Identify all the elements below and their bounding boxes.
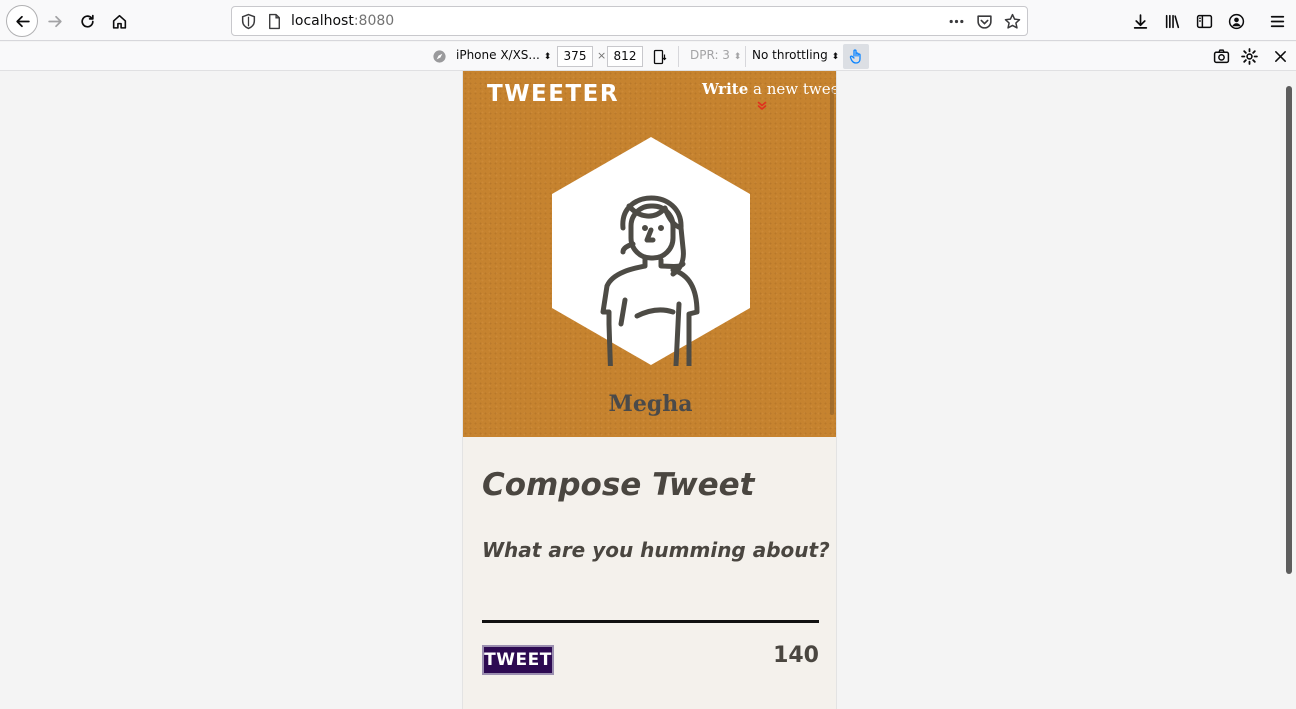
write-new-tweet-link[interactable]: Write a new tweet (702, 80, 837, 98)
library-button[interactable] (1158, 7, 1186, 35)
page-scrollbar[interactable] (1286, 86, 1292, 574)
account-button[interactable] (1222, 7, 1250, 35)
shield-icon[interactable] (240, 13, 257, 30)
throttling-value: No throttling (752, 48, 828, 62)
home-button[interactable] (105, 7, 133, 35)
browser-toolbar: localhost:8080 (0, 0, 1296, 41)
home-icon (112, 14, 126, 29)
touch-hand-icon (849, 49, 861, 64)
tweet-textarea[interactable]: What are you humming about? (482, 538, 830, 562)
touch-simulation-button[interactable] (843, 44, 869, 69)
arrow-right-icon (47, 15, 62, 27)
device-selector[interactable]: iPhone X/XS... ⬍ (456, 48, 551, 62)
throttling-dropdown-icon: ⬍ (831, 52, 840, 62)
bookmark-star-icon[interactable] (1004, 13, 1021, 30)
forward-button[interactable] (41, 7, 69, 35)
device-name: iPhone X/XS... (456, 48, 540, 62)
dpr-selector[interactable]: DPR: 3 ⬍ (690, 48, 741, 62)
throttling-selector[interactable]: No throttling ⬍ (752, 48, 839, 62)
library-icon (1165, 14, 1179, 28)
device-compass-icon (433, 50, 446, 63)
compose-title: Compose Tweet (482, 467, 755, 503)
dimension-separator: × (597, 49, 607, 62)
avatar-hexagon (552, 137, 750, 365)
settings-gear-icon[interactable] (1241, 48, 1258, 65)
toolbar-divider (678, 46, 679, 67)
sidebar-button[interactable] (1190, 7, 1218, 35)
reload-button[interactable] (73, 7, 101, 35)
tweet-button[interactable]: TWEET (482, 645, 554, 675)
profile-username: Megha (608, 391, 693, 417)
dpr-value: DPR: 3 (690, 48, 730, 62)
url-port: :8080 (353, 13, 395, 29)
rotate-viewport-icon[interactable] (652, 49, 668, 65)
header-scrollbar[interactable] (830, 89, 834, 415)
dpr-dropdown-icon: ⬍ (733, 52, 742, 62)
viewport-width-input[interactable]: 375 (557, 46, 593, 67)
menu-button[interactable] (1263, 7, 1291, 35)
page-icon[interactable] (266, 13, 283, 30)
pocket-icon[interactable] (976, 13, 993, 30)
avatar (552, 137, 750, 366)
responsive-design-toolbar: iPhone X/XS... ⬍ 375 × 812 DPR: 3 ⬍ No t… (0, 42, 1296, 71)
reload-icon (80, 14, 94, 28)
account-icon (1228, 13, 1244, 29)
write-label-bold: Write (702, 80, 749, 98)
url-bar[interactable]: localhost:8080 (231, 6, 1028, 36)
url-text[interactable]: localhost:8080 (291, 13, 394, 29)
character-counter: 140 (773, 643, 819, 668)
screenshot-camera-icon[interactable] (1213, 48, 1230, 65)
download-icon (1133, 13, 1147, 29)
more-actions-icon[interactable] (948, 13, 965, 30)
arrow-left-icon (15, 15, 30, 27)
device-viewport: TWEETER Write a new tweet Megha Compose … (462, 71, 837, 709)
site-logo[interactable]: TWEETER (487, 81, 619, 107)
double-chevron-down-icon[interactable] (757, 101, 767, 111)
downloads-button[interactable] (1126, 7, 1154, 35)
profile-header: TWEETER Write a new tweet Megha (463, 71, 837, 437)
close-icon[interactable] (1273, 49, 1288, 64)
back-button[interactable] (6, 5, 38, 37)
toolbar-divider (745, 46, 746, 67)
textarea-underline (482, 620, 819, 623)
url-host: localhost (291, 13, 354, 29)
viewport-height-input[interactable]: 812 (607, 46, 643, 67)
sidebar-icon (1196, 14, 1212, 28)
device-dropdown-icon: ⬍ (543, 52, 552, 62)
write-label-rest: a new tweet (748, 80, 837, 98)
hamburger-menu-icon (1270, 15, 1284, 27)
